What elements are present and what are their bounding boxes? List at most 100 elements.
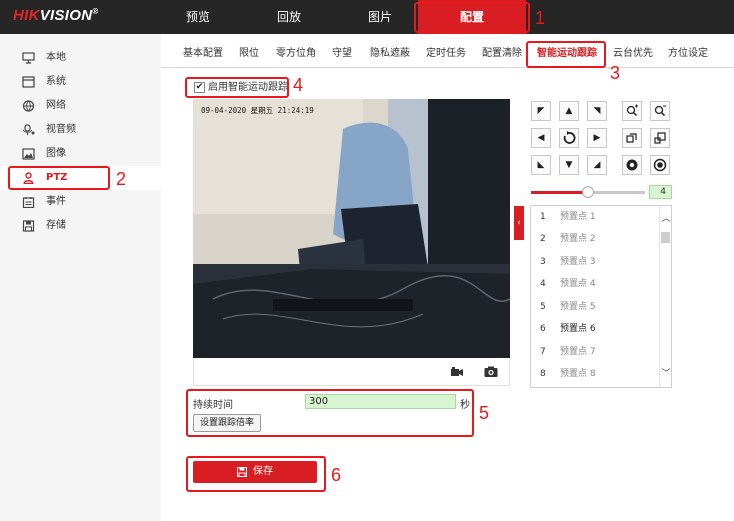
up-arrow-icon[interactable]: ▲ — [559, 101, 579, 121]
nav-preview[interactable]: 预览 — [158, 0, 238, 34]
scrollbar-thumb[interactable] — [661, 232, 670, 243]
sidebar-item-local[interactable]: 本地 — [0, 46, 161, 70]
sidebar-item-label: PTZ — [46, 172, 68, 183]
left-arrow-icon[interactable]: ◀ — [531, 128, 551, 148]
preset-name: 预置点 2 — [560, 234, 596, 244]
config-tab-bar: 基本配置 限位 零方位角 守望 隐私遮蔽 定时任务 配置清除 智能运动跟踪 云台… — [161, 40, 734, 68]
event-icon — [22, 197, 35, 208]
zoom-in-glyph — [626, 104, 638, 117]
duration-label: 持续时间 — [193, 400, 233, 411]
top-navigation-bar: HIKVISION® 预览 回放 图片 配置 — [0, 0, 734, 34]
sidebar-item-image[interactable]: 图像 — [0, 142, 161, 166]
enable-tracking-label: 启用智能运动跟踪 — [208, 82, 288, 93]
annotation-number: 3 — [610, 63, 621, 83]
preset-name: 预置点 5 — [560, 302, 596, 312]
sidebar-item-label: 存储 — [46, 220, 66, 231]
duration-input[interactable]: 300 — [305, 394, 456, 409]
nav-picture[interactable]: 图片 — [340, 0, 420, 34]
sidebar-item-label: 本地 — [46, 52, 66, 63]
preset-item[interactable]: 1 预置点 1 — [531, 206, 660, 228]
video-preview[interactable]: 09-04-2020 星期五 21:24:19 — [193, 99, 510, 358]
zoom-in-icon[interactable] — [622, 101, 642, 121]
right-arrow-icon[interactable]: ▶ — [587, 128, 607, 148]
sidebar-item-audio-video[interactable]: 视音频 — [0, 118, 161, 142]
preset-number: 1 — [540, 212, 546, 222]
annotation-number: 2 — [116, 169, 127, 189]
record-icon[interactable] — [449, 364, 465, 380]
annotation-number: 4 — [293, 75, 304, 95]
sidebar-item-system[interactable]: 系统 — [0, 70, 161, 94]
preset-number: 6 — [540, 324, 546, 334]
tab-zero-azimuth[interactable]: 零方位角 — [276, 40, 316, 68]
zoom-out-glyph — [654, 105, 666, 117]
logo-rest-text: VISION — [39, 7, 93, 24]
auto-rotate-icon[interactable] — [559, 128, 579, 148]
ptz-speed-slider-handle[interactable] — [582, 186, 594, 198]
down-arrow-icon[interactable]: ▼ — [559, 155, 579, 175]
tab-smart-tracking[interactable]: 智能运动跟踪 — [537, 40, 597, 68]
iris-close-icon[interactable] — [650, 155, 670, 175]
sidebar-item-storage[interactable]: 存储 — [0, 214, 161, 238]
tab-limit[interactable]: 限位 — [239, 40, 259, 68]
video-timestamp: 09-04-2020 星期五 21:24:19 — [201, 106, 314, 115]
focus-far-glyph — [654, 132, 666, 144]
sidebar-item-label: 网络 — [46, 100, 66, 111]
down-right-arrow-icon[interactable]: ◢ — [587, 155, 607, 175]
preset-item[interactable]: 7 预置点 7 — [531, 341, 660, 363]
preset-name: 预置点 3 — [560, 257, 596, 267]
preset-name: 预置点 7 — [560, 347, 596, 357]
image-icon — [22, 148, 35, 160]
scroll-down-icon[interactable]: ﹀ — [660, 367, 671, 381]
preset-item[interactable]: 4 预置点 4 — [531, 273, 660, 295]
scroll-up-icon[interactable]: ︿ — [660, 212, 671, 226]
sidebar-item-event[interactable]: 事件 — [0, 190, 161, 214]
tab-direction-setting[interactable]: 方位设定 — [668, 40, 708, 68]
iris-close-glyph — [653, 158, 667, 172]
preset-list-scrollbar[interactable]: ︿ ﹀ — [659, 206, 671, 387]
auto-rotate-glyph — [563, 131, 576, 144]
preset-item[interactable]: 3 预置点 3 — [531, 251, 660, 273]
preset-number: 5 — [540, 302, 546, 312]
logo-brand-text: HIK — [13, 7, 40, 24]
preset-number: 8 — [540, 369, 546, 379]
camera-icon[interactable] — [483, 364, 499, 380]
live-video-frame — [193, 99, 510, 358]
tab-privacy-mask[interactable]: 隐私遮蔽 — [370, 40, 410, 68]
preset-name: 预置点 8 — [560, 369, 596, 379]
video-toolbar — [193, 358, 510, 386]
set-tracking-ratio-button[interactable]: 设置跟踪倍率 — [193, 414, 261, 432]
tab-clear-config[interactable]: 配置清除 — [482, 40, 522, 68]
tab-park-action[interactable]: 守望 — [332, 40, 352, 68]
sidebar-item-label: 系统 — [46, 76, 66, 87]
up-left-arrow-icon[interactable]: ◤ — [531, 101, 551, 121]
collapse-panel-button[interactable]: ‹ — [514, 206, 524, 240]
nav-playback[interactable]: 回放 — [249, 0, 329, 34]
up-right-arrow-icon[interactable]: ◥ — [587, 101, 607, 121]
globe-icon — [22, 100, 35, 112]
enable-tracking-checkbox[interactable]: ✔ — [194, 82, 205, 93]
annotation-number: 5 — [479, 403, 490, 423]
preset-number: 2 — [540, 234, 546, 244]
preset-item[interactable]: 2 预置点 2 — [531, 228, 660, 250]
focus-near-glyph — [626, 133, 637, 143]
sidebar-item-network[interactable]: 网络 — [0, 94, 161, 118]
preset-item[interactable]: 6 预置点 6 — [531, 318, 660, 340]
ptz-speed-slider[interactable] — [531, 186, 645, 198]
tab-scheduled-task[interactable]: 定时任务 — [426, 40, 466, 68]
tab-basic-config[interactable]: 基本配置 — [183, 40, 223, 68]
sidebar-item-label: 图像 — [46, 148, 66, 159]
down-left-arrow-icon[interactable]: ◣ — [531, 155, 551, 175]
preset-name: 预置点 1 — [560, 212, 596, 222]
preset-number: 3 — [540, 257, 546, 267]
zoom-out-icon[interactable] — [650, 101, 670, 121]
nav-configuration[interactable]: 配置 — [418, 0, 526, 34]
save-button[interactable]: 保存 — [193, 461, 317, 483]
save-icon — [237, 467, 247, 477]
sidebar-item-ptz[interactable]: PTZ — [0, 166, 161, 190]
focus-far-icon[interactable] — [650, 128, 670, 148]
preset-item[interactable]: 5 预置点 5 — [531, 296, 660, 318]
iris-open-icon[interactable] — [622, 155, 642, 175]
preset-number: 4 — [540, 279, 546, 289]
preset-item[interactable]: 8 预置点 8 — [531, 363, 660, 385]
focus-near-icon[interactable] — [622, 128, 642, 148]
